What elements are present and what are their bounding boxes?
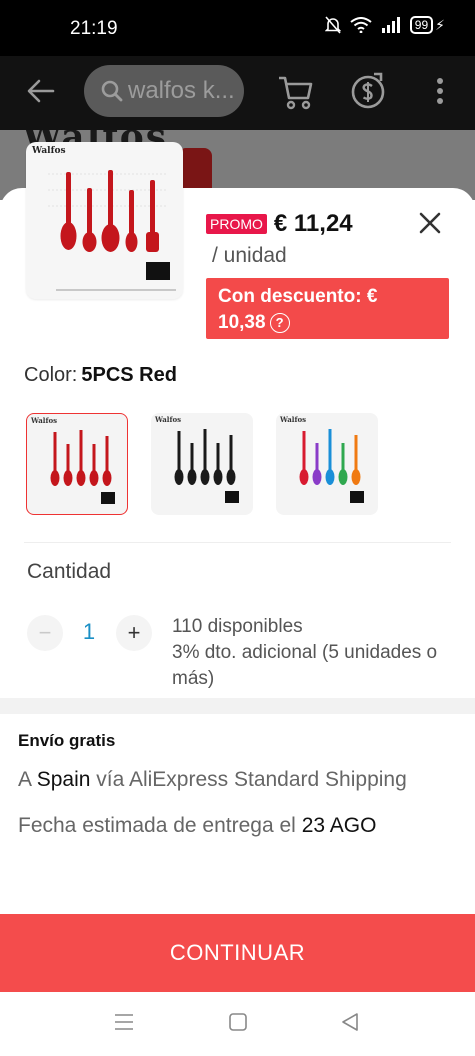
charging-icon: ⚡	[435, 16, 445, 33]
extra-discount: 3% dto. adicional (5 unidades o más)	[172, 642, 438, 689]
cart-icon[interactable]	[276, 72, 316, 112]
quantity-value[interactable]: 1	[82, 619, 96, 645]
battery-level: 99	[409, 16, 434, 34]
variant-brand: Walfos	[155, 415, 182, 424]
delivery-estimate: Fecha estimada de entrega el 23 AGO	[18, 814, 376, 838]
more-options-icon[interactable]	[436, 78, 444, 106]
search-bar[interactable]: walfos k...	[84, 65, 244, 117]
quantity-label: Cantidad	[27, 560, 112, 583]
shipping-title: Envío gratis	[18, 731, 116, 750]
close-icon[interactable]	[416, 209, 444, 237]
price-unit: / unidad	[212, 244, 287, 267]
bell-muted-icon	[324, 16, 341, 34]
signal-icon	[381, 17, 400, 33]
stock-info: 110 disponibles 3% dto. adicional (5 uni…	[172, 614, 457, 692]
status-icons: 99 ⚡	[324, 16, 445, 34]
discount-banner: Con descuento: € 10,38?	[206, 278, 449, 339]
home-icon[interactable]	[228, 1012, 248, 1032]
section-separator	[0, 698, 475, 714]
system-navigation-bar	[0, 992, 475, 1056]
color-variant-2[interactable]: Walfos	[151, 413, 253, 515]
search-query: walfos k...	[128, 77, 235, 104]
shipping-prefix: A	[18, 768, 31, 791]
variant-image	[174, 429, 239, 503]
quantity-increase-button[interactable]: +	[116, 615, 152, 651]
price: € 11,24	[273, 210, 353, 237]
promo-badge: PROMO	[206, 214, 267, 234]
color-label: Color:	[24, 364, 78, 386]
variant-image	[299, 429, 364, 503]
spatula-set-image	[48, 170, 176, 291]
product-options-screen: 21:19 99 ⚡ walfos k... Walfos PROMO € 11…	[0, 0, 475, 1056]
delivery-date: 23 AGO	[301, 814, 377, 837]
color-selected-value: 5PCS Red	[81, 364, 177, 386]
quantity-decrease-button[interactable]: −	[27, 615, 63, 651]
price-row: PROMO € 11,24	[206, 210, 353, 238]
shipping-method: vía AliExpress Standard Shipping	[96, 768, 407, 791]
menu-icon[interactable]	[114, 1012, 134, 1032]
help-icon[interactable]: ?	[269, 313, 290, 333]
status-time: 21:19	[70, 18, 118, 39]
app-header: walfos k...	[0, 56, 475, 130]
status-bar: 21:19 99 ⚡	[0, 0, 475, 56]
delivery-prefix: Fecha estimada de entrega el	[18, 814, 296, 837]
coin-icon[interactable]	[348, 70, 388, 112]
available-count: 110 disponibles	[172, 616, 303, 637]
shipping-country: Spain	[36, 768, 91, 791]
color-variant-1[interactable]: Walfos	[26, 413, 128, 515]
color-selection-label: Color: 5PCS Red	[24, 364, 177, 387]
battery-indicator: 99 ⚡	[409, 16, 445, 34]
shipping-destination: A Spain vía AliExpress Standard Shipping	[18, 768, 407, 792]
continue-button[interactable]: CONTINUAR	[0, 914, 475, 992]
product-thumbnail[interactable]: Walfos	[26, 142, 183, 299]
divider	[24, 542, 451, 543]
variant-brand: Walfos	[280, 415, 307, 424]
wifi-icon	[350, 17, 372, 33]
variant-image	[50, 430, 115, 504]
back-arrow-icon[interactable]	[26, 76, 56, 106]
variant-brand: Walfos	[31, 416, 58, 425]
search-icon	[101, 80, 123, 102]
discount-label: Con descuento: €	[218, 286, 378, 307]
discount-price: 10,38	[218, 312, 266, 333]
back-icon[interactable]	[340, 1012, 360, 1032]
thumbnail-brand: Walfos	[32, 146, 66, 156]
color-variant-3[interactable]: Walfos	[276, 413, 378, 515]
